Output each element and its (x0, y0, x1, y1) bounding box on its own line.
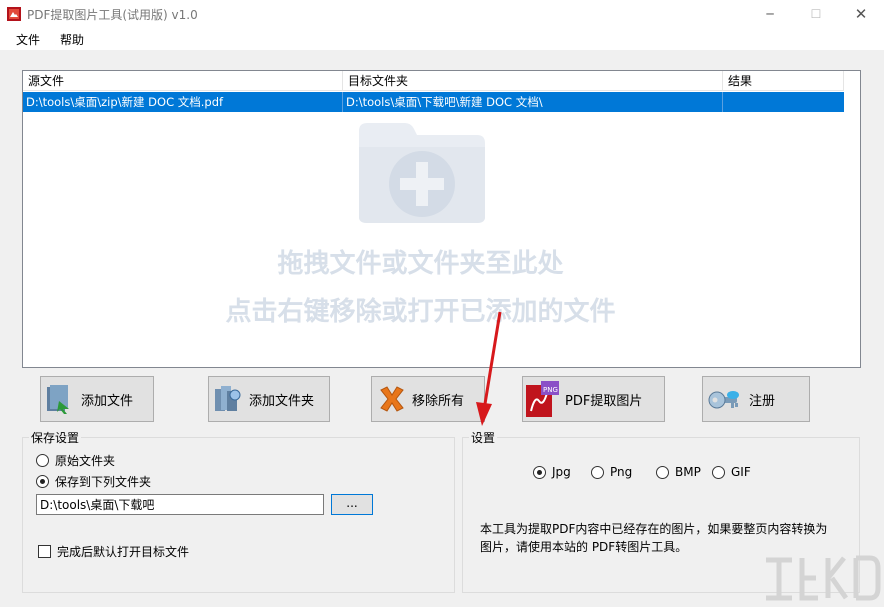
radio-custom-indicator (36, 475, 49, 488)
close-icon: ✕ (854, 5, 868, 23)
format-settings-label: 设置 (469, 429, 498, 446)
minimize-icon: ─ (766, 7, 774, 21)
radio-gif-label: GIF (731, 465, 751, 479)
add-folder-watermark-icon (359, 123, 485, 223)
radio-custom-label: 保存到下列文件夹 (55, 475, 152, 489)
drop-hint-line2: 点击右键移除或打开已添加的文件 (225, 297, 616, 327)
extract-images-button[interactable]: PNG PDF提取图片 (522, 376, 665, 422)
menu-help[interactable]: 帮助 (60, 31, 84, 48)
radio-custom-folder[interactable]: 保存到下列文件夹 (36, 473, 151, 490)
add-folder-label: 添加文件夹 (249, 393, 315, 409)
remove-all-label: 移除所有 (412, 393, 465, 409)
maximize-button[interactable]: ☐ (793, 0, 839, 28)
radio-gif-indicator (712, 465, 725, 479)
open-after-checkbox-box (38, 545, 51, 558)
file-list[interactable]: 源文件 目标文件夹 结果 D:\tools\桌面\zip\新建 DOC 文档.p… (22, 70, 861, 368)
column-result[interactable]: 结果 (723, 71, 844, 91)
radio-bmp-indicator (656, 465, 669, 479)
minimize-button[interactable]: ─ (747, 0, 793, 28)
remove-all-button[interactable]: 移除所有 (371, 376, 485, 422)
column-source[interactable]: 源文件 (23, 71, 343, 91)
close-button[interactable]: ✕ (838, 0, 884, 28)
drop-hint-line1: 拖拽文件或文件夹至此处 (277, 249, 564, 279)
radio-original-indicator (36, 454, 49, 467)
row-target: D:\tools\桌面\下载吧\新建 DOC 文档\ (343, 92, 723, 112)
pdf-png-icon: PNG (526, 381, 559, 417)
extract-images-label: PDF提取图片 (565, 393, 643, 409)
save-settings-label: 保存设置 (29, 429, 82, 446)
radio-png-indicator (591, 465, 604, 479)
add-file-icon (47, 385, 69, 414)
row-result (723, 92, 844, 112)
open-after-checkbox[interactable]: 完成后默认打开目标文件 (38, 543, 189, 560)
add-folder-icon (215, 386, 241, 411)
radio-original-folder[interactable]: 原始文件夹 (36, 452, 115, 469)
browse-button[interactable]: ... (331, 494, 373, 515)
site-watermark-logo (766, 555, 881, 601)
app-icon (7, 7, 21, 21)
add-file-label: 添加文件 (81, 393, 134, 409)
radio-format-bmp[interactable]: BMP (656, 465, 701, 479)
radio-format-jpg[interactable]: Jpg (533, 465, 571, 479)
radio-jpg-indicator (533, 465, 546, 479)
radio-bmp-label: BMP (675, 465, 701, 479)
add-file-button[interactable]: 添加文件 (40, 376, 154, 422)
register-button[interactable]: 注册 (702, 376, 810, 422)
remove-x-icon (380, 386, 404, 412)
open-after-label: 完成后默认打开目标文件 (57, 545, 190, 559)
radio-format-png[interactable]: Png (591, 465, 632, 479)
maximize-icon: ☐ (810, 7, 822, 21)
radio-png-label: Png (610, 465, 633, 479)
title-bar: PDF提取图片工具(试用版) v1.0 ─ ☐ ✕ (0, 0, 884, 28)
table-row[interactable]: D:\tools\桌面\zip\新建 DOC 文档.pdf D:\tools\桌… (23, 92, 844, 112)
key-icon (708, 391, 739, 409)
register-label: 注册 (749, 393, 776, 409)
radio-format-gif[interactable]: GIF (712, 465, 751, 479)
radio-jpg-label: Jpg (552, 465, 571, 479)
list-header: 源文件 目标文件夹 结果 (23, 71, 844, 91)
menu-bar: 文件 帮助 (0, 28, 884, 50)
save-path-input[interactable] (36, 494, 324, 515)
add-folder-button[interactable]: 添加文件夹 (208, 376, 330, 422)
radio-original-label: 原始文件夹 (55, 454, 116, 468)
row-source: D:\tools\桌面\zip\新建 DOC 文档.pdf (23, 92, 343, 112)
menu-file[interactable]: 文件 (16, 31, 40, 48)
column-target[interactable]: 目标文件夹 (343, 71, 723, 91)
svg-text:PNG: PNG (543, 386, 558, 394)
window-title: PDF提取图片工具(试用版) v1.0 (27, 8, 198, 22)
